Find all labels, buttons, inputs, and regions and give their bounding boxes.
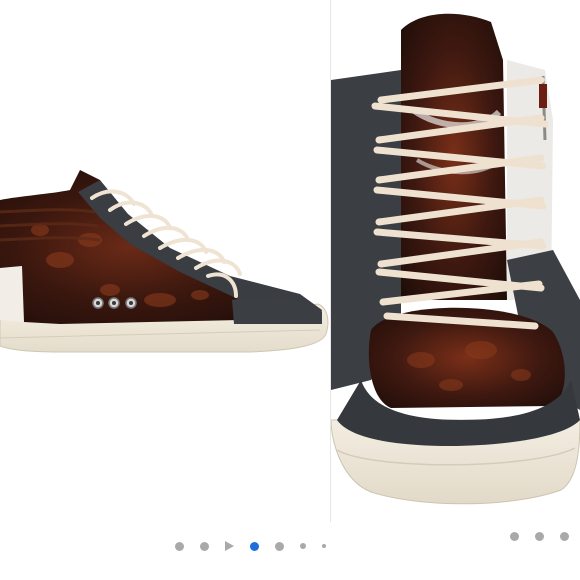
carousel-dot[interactable] — [510, 532, 519, 541]
carousel-dot[interactable] — [175, 541, 184, 551]
carousel-dot[interactable] — [300, 543, 306, 549]
carousel-dot[interactable] — [535, 532, 544, 541]
carousel-pagination-right — [510, 532, 580, 541]
carousel-dot-active[interactable] — [250, 541, 259, 551]
sneaker-side-view-image — [0, 170, 329, 353]
video-play-icon[interactable] — [225, 541, 234, 551]
carousel-dot[interactable] — [560, 532, 569, 541]
carousel-dot[interactable] — [275, 541, 284, 551]
product-image-side-view[interactable] — [0, 0, 330, 580]
carousel-dot[interactable] — [322, 544, 326, 548]
carousel-dot[interactable] — [200, 541, 209, 551]
sneaker-front-view-image — [331, 0, 580, 522]
product-image-front-view[interactable] — [331, 0, 580, 522]
carousel-pagination-left — [175, 541, 342, 551]
